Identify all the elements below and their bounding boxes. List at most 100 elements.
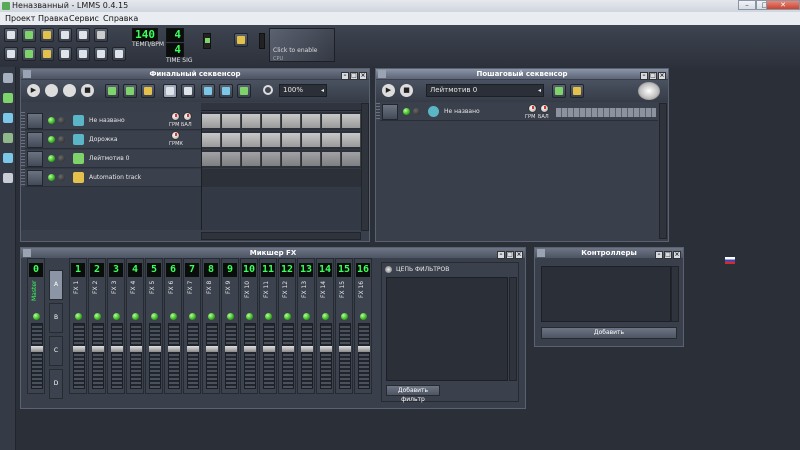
loop-points-button[interactable]	[219, 84, 233, 98]
pattern-block[interactable]	[322, 133, 341, 147]
channel-mute-led[interactable]	[113, 313, 120, 320]
play-button[interactable]: ▶	[27, 84, 40, 97]
fader-knob[interactable]	[225, 346, 237, 352]
pattern-block[interactable]	[342, 114, 361, 128]
bank-button-a[interactable]: A	[49, 270, 63, 300]
drag-handle[interactable]	[21, 150, 25, 168]
pattern-block[interactable]	[282, 133, 301, 147]
edit-mode-button[interactable]	[181, 84, 195, 98]
channel-name[interactable]: FX 2	[92, 281, 104, 311]
my-presets-icon[interactable]	[3, 133, 13, 143]
channel-fader[interactable]	[149, 323, 161, 389]
timeline-ruler[interactable]	[201, 103, 361, 111]
pattern-block[interactable]	[242, 133, 261, 147]
record-button[interactable]	[94, 28, 108, 42]
channel-name[interactable]: FX 7	[187, 281, 199, 311]
export-button[interactable]	[76, 28, 90, 42]
piano-roll-toggle[interactable]	[76, 47, 90, 61]
channel-mute-led[interactable]	[227, 313, 234, 320]
fx-channel[interactable]: 14 FX 14	[316, 258, 334, 394]
menu-tools[interactable]: Сервис	[69, 14, 99, 23]
channel-name[interactable]: FX 16	[358, 281, 370, 311]
track-name[interactable]: Дорожка	[89, 136, 118, 143]
pattern-block[interactable]	[342, 152, 361, 166]
pattern-block[interactable]	[302, 133, 321, 147]
solo-led[interactable]	[58, 174, 65, 181]
fx-channel[interactable]: 4 FX 4	[126, 258, 144, 394]
channel-mute-led[interactable]	[341, 313, 348, 320]
channel-mute-led[interactable]	[303, 313, 310, 320]
bank-button-b[interactable]: B	[49, 303, 63, 333]
menu-project[interactable]: Проект	[5, 14, 35, 23]
channel-mute-led[interactable]	[75, 313, 82, 320]
fx-channel[interactable]: 1 FX 1	[69, 258, 87, 394]
track-knob[interactable]	[171, 112, 180, 121]
fader-knob[interactable]	[31, 346, 43, 352]
channel-name[interactable]: FX 12	[282, 281, 294, 311]
channel-mute-led[interactable]	[151, 313, 158, 320]
channel-fader[interactable]	[282, 323, 294, 389]
fx-channel[interactable]: 12 FX 12	[278, 258, 296, 394]
pattern-block[interactable]	[202, 133, 221, 147]
channel-fader[interactable]	[31, 323, 43, 389]
channel-mute-led[interactable]	[33, 313, 40, 320]
my-projects-icon[interactable]	[3, 93, 13, 103]
channel-fader[interactable]	[320, 323, 332, 389]
add-beat-pattern-button[interactable]	[552, 84, 566, 98]
channel-fader[interactable]	[130, 323, 142, 389]
beat-minimize-button[interactable]: –	[640, 72, 648, 80]
solo-led[interactable]	[413, 108, 420, 115]
pattern-area[interactable]	[201, 169, 361, 187]
fx-channel[interactable]: 9 FX 9	[221, 258, 239, 394]
beat-pattern-select[interactable]: Лейтмотив 0 ◂	[426, 84, 544, 97]
master-channel[interactable]: 0 Master	[27, 258, 45, 394]
volume-knob[interactable]	[528, 104, 537, 113]
drag-handle[interactable]	[376, 103, 380, 121]
pattern-block[interactable]	[322, 152, 341, 166]
fx-channel[interactable]: 7 FX 7	[183, 258, 201, 394]
channel-name[interactable]: FX 5	[149, 281, 161, 311]
project-notes-toggle[interactable]	[40, 47, 54, 61]
master-volume-slider[interactable]	[203, 33, 211, 49]
track-name[interactable]: Не названо	[89, 117, 125, 124]
channel-fader[interactable]	[206, 323, 218, 389]
song-horizontal-scrollbar[interactable]	[201, 232, 361, 240]
automation-editor-toggle[interactable]	[94, 47, 108, 61]
channel-name[interactable]: FX 8	[206, 281, 218, 311]
track-settings-button[interactable]	[27, 170, 43, 186]
stop-button[interactable]: ■	[81, 84, 94, 97]
track-name[interactable]: Лейтмотив 0	[89, 155, 129, 162]
add-beat-track-button[interactable]	[105, 84, 119, 98]
track-knob[interactable]	[183, 112, 192, 121]
channel-fader[interactable]	[73, 323, 85, 389]
bank-button-d[interactable]: D	[49, 369, 63, 399]
channel-name[interactable]: Master	[31, 281, 43, 311]
save-project-button[interactable]	[58, 28, 72, 42]
mute-led[interactable]	[48, 136, 55, 143]
beat-vertical-scrollbar[interactable]	[659, 103, 667, 239]
open-project-button[interactable]	[40, 28, 54, 42]
pattern-block[interactable]	[322, 114, 341, 128]
fader-knob[interactable]	[92, 346, 104, 352]
fader-knob[interactable]	[263, 346, 275, 352]
channel-mute-led[interactable]	[284, 313, 291, 320]
solo-led[interactable]	[58, 117, 65, 124]
fx-channel[interactable]: 11 FX 11	[259, 258, 277, 394]
channel-mute-led[interactable]	[170, 313, 177, 320]
channel-fader[interactable]	[168, 323, 180, 389]
fader-knob[interactable]	[187, 346, 199, 352]
pattern-block[interactable]	[262, 133, 281, 147]
pattern-block[interactable]	[242, 152, 261, 166]
channel-name[interactable]: FX 9	[225, 281, 237, 311]
fader-knob[interactable]	[339, 346, 351, 352]
add-automation-track-button[interactable]	[141, 84, 155, 98]
fader-knob[interactable]	[168, 346, 180, 352]
beat-play-button[interactable]: ▶	[382, 84, 395, 97]
ctrl-close-button[interactable]: ×	[673, 251, 681, 259]
controllers-scrollbar[interactable]	[671, 266, 679, 322]
record-play-button[interactable]	[63, 84, 76, 97]
channel-mute-led[interactable]	[189, 313, 196, 320]
fx-channel[interactable]: 3 FX 3	[107, 258, 125, 394]
mute-led[interactable]	[48, 174, 55, 181]
fader-knob[interactable]	[73, 346, 85, 352]
